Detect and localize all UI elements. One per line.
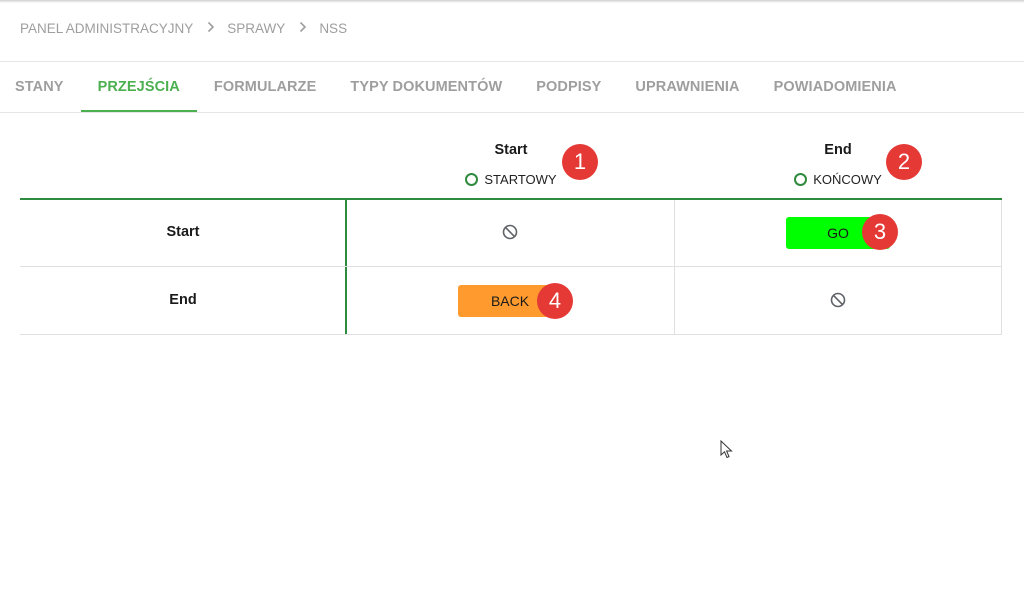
tab-stany[interactable]: STANY bbox=[0, 62, 81, 112]
annotation-badge: 1 bbox=[562, 144, 598, 180]
circle-icon bbox=[465, 173, 479, 186]
annotation-badge: 2 bbox=[886, 144, 922, 180]
breadcrumb-item-panel[interactable]: PANEL ADMINISTRACYJNY bbox=[20, 21, 193, 36]
tab-formularze[interactable]: FORMULARZE bbox=[197, 62, 334, 112]
column-divider bbox=[674, 200, 675, 334]
tab-powiadomienia[interactable]: POWIADOMIENIA bbox=[757, 62, 914, 112]
blocked-icon bbox=[830, 292, 846, 308]
annotation-badge: 4 bbox=[537, 283, 573, 319]
row-label-start: Start bbox=[166, 224, 200, 240]
mouse-cursor-icon bbox=[720, 439, 734, 460]
tab-typy-dokumentow[interactable]: TYPY DOKUMENTÓW bbox=[333, 62, 519, 112]
top-shadow bbox=[0, 0, 1024, 3]
tab-przejscia[interactable]: PRZEJŚCIA bbox=[80, 62, 197, 112]
chevron-right-icon bbox=[299, 20, 307, 34]
grid-header-border bbox=[20, 198, 1002, 200]
annotation-badge: 3 bbox=[862, 214, 898, 250]
grid-row-header-border bbox=[345, 199, 347, 335]
tabs-divider bbox=[0, 112, 1024, 113]
tab-podpisy[interactable]: PODPISY bbox=[519, 62, 618, 112]
chevron-right-icon bbox=[207, 20, 215, 34]
row-label-end: End bbox=[169, 292, 197, 308]
row-divider bbox=[20, 266, 1002, 267]
state-type-label: STARTOWY bbox=[484, 172, 557, 187]
breadcrumb-item-nss[interactable]: NSS bbox=[319, 21, 347, 36]
state-type-label: KOŃCOWY bbox=[813, 172, 882, 187]
blocked-icon bbox=[502, 224, 518, 240]
circle-icon bbox=[794, 173, 808, 186]
row-divider bbox=[20, 334, 1002, 335]
breadcrumb: PANEL ADMINISTRACYJNY SPRAWY NSS bbox=[20, 20, 347, 36]
column-divider bbox=[1001, 200, 1002, 334]
tab-bar: STANY PRZEJŚCIA FORMULARZE TYPY DOKUMENT… bbox=[0, 62, 914, 112]
tab-uprawnienia[interactable]: UPRAWNIENIA bbox=[618, 62, 756, 112]
breadcrumb-item-sprawy[interactable]: SPRAWY bbox=[227, 21, 285, 36]
